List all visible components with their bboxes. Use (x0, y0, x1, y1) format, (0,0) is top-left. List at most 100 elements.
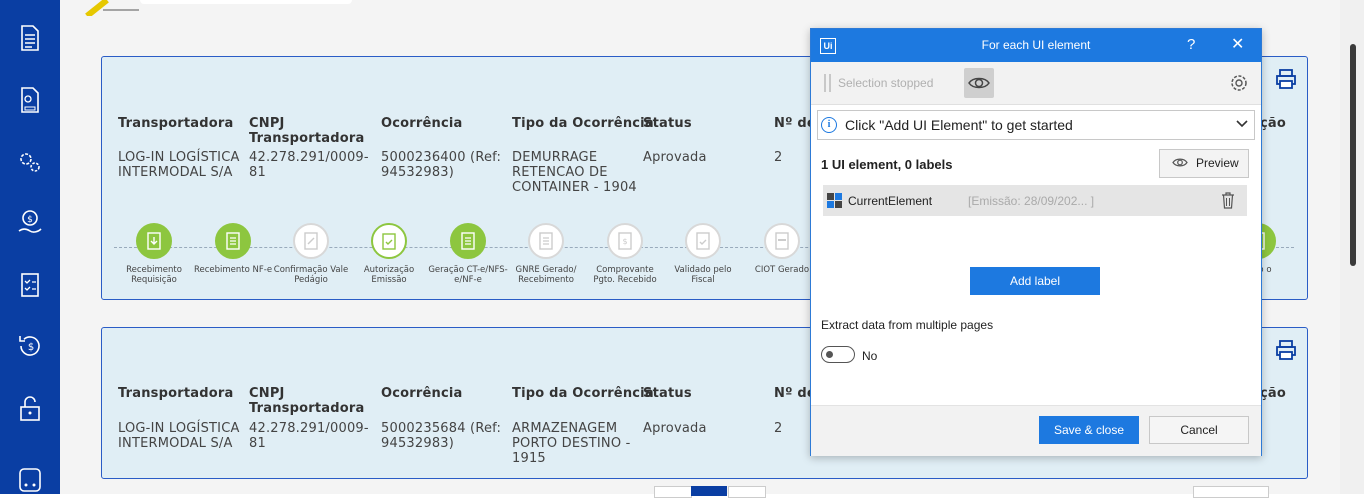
header-ocorrencia: Ocorrência (381, 386, 463, 401)
ciot-icon (764, 223, 800, 259)
svg-text:$: $ (27, 215, 33, 225)
file-settings-icon[interactable] (14, 84, 46, 116)
header-ocorrencia: Ocorrência (381, 116, 463, 131)
eye-icon (1172, 158, 1188, 167)
document-icon[interactable] (14, 22, 46, 54)
selection-status: Selection stopped (838, 76, 934, 90)
unlock-icon[interactable] (14, 392, 46, 424)
step-label: Comprovante Pgto. Recebido (593, 265, 657, 285)
step-label: Geração CT-e/NFS-e/NF-e (428, 265, 508, 285)
step-label: GNRE Gerado/ Recebimento (515, 265, 577, 285)
money-hand-icon[interactable]: $ (14, 206, 46, 238)
svg-text:$: $ (28, 342, 34, 353)
scroll-thumb[interactable] (1350, 44, 1356, 266)
header-status: Status (643, 386, 692, 401)
info-bar[interactable]: i Click "Add UI Element" to get started (817, 110, 1255, 140)
header-cnpj: CNPJ Transportadora (249, 386, 365, 416)
value-transportadora: LOG-IN LOGÍSTICA INTERMODAL S/A (118, 421, 240, 451)
step-autorizacao-emissao[interactable]: Autorização Emissão (349, 223, 429, 285)
doc-lines-icon (450, 223, 486, 259)
value-tipo: DEMURRAGE RETENCAO DE CONTAINER - 1904 (512, 150, 637, 195)
value-ocorrencia: 5000236400 (Ref: 94532983) (381, 150, 502, 180)
step-label: Recebimento NF-e (193, 265, 273, 275)
toggle-value: No (862, 349, 878, 363)
trash-icon[interactable] (1221, 192, 1235, 209)
doc-edit-icon (293, 223, 329, 259)
eye-icon[interactable] (964, 68, 994, 98)
value-status: Aprovada (643, 421, 707, 436)
step-validado-fiscal[interactable]: Validado pelo Fiscal (663, 223, 743, 285)
print-icon[interactable] (1275, 68, 1297, 90)
value-transportadora: LOG-IN LOGÍSTICA INTERMODAL S/A (118, 150, 240, 180)
gears-icon[interactable] (14, 146, 46, 178)
info-icon: i (821, 117, 837, 133)
doc-money-icon: $ (607, 223, 643, 259)
step-confirmacao-vale-pedagio[interactable]: Confirmação Vale Pedágio (271, 223, 351, 285)
step-recebimento-requisicao[interactable]: Recebimento Requisição (114, 223, 194, 285)
toggle-knob (826, 351, 833, 358)
header-transportadora: Transportadora (118, 116, 234, 131)
preview-button[interactable]: Preview (1159, 149, 1249, 178)
close-button[interactable]: ✕ (1231, 34, 1244, 54)
save-close-button[interactable]: Save & close (1039, 416, 1139, 444)
svg-text:$: $ (622, 237, 627, 246)
info-text: Click "Add UI Element" to get started (845, 117, 1073, 133)
header-tipo: Tipo da Ocorrência (512, 386, 654, 401)
pager-prev[interactable] (654, 486, 692, 498)
print-icon[interactable] (1275, 339, 1297, 361)
header-partial: ção (1260, 116, 1287, 131)
refund-icon[interactable]: $ (14, 330, 46, 362)
value-ocorrencia: 5000235684 (Ref: 94532983) (381, 421, 502, 451)
clipboard-check-icon (371, 223, 407, 259)
element-count: 1 UI element, 0 labels (821, 157, 953, 172)
step-label: Autorização Emissão (363, 265, 415, 285)
header-partial: ção (1260, 386, 1287, 401)
preview-label: Preview (1196, 156, 1239, 170)
extract-multiple-pages-label: Extract data from multiple pages (821, 318, 994, 332)
step-label: Validado pelo Fiscal (674, 265, 732, 285)
header-search-fragment (140, 0, 352, 4)
element-name: CurrentElement (848, 194, 933, 208)
doc-lines-icon (215, 223, 251, 259)
step-recebimento-nfe[interactable]: Recebimento NF-e (193, 223, 273, 275)
value-tipo: ARMAZENAGEM PORTO DESTINO - 1915 (512, 421, 631, 466)
value-cnpj: 42.278.291/0009-81 (249, 150, 369, 180)
gear-icon[interactable] (1229, 73, 1249, 93)
dialog-title-bar[interactable]: Ui For each UI element ? ✕ (811, 29, 1261, 62)
doc-lines-icon (528, 223, 564, 259)
download-doc-icon (136, 223, 172, 259)
step-label: Recebimento Requisição (126, 265, 182, 285)
extract-pages-toggle[interactable] (821, 346, 855, 363)
value-num: 2 (774, 150, 783, 165)
cancel-button[interactable]: Cancel (1149, 416, 1249, 444)
add-label-button[interactable]: Add label (970, 267, 1100, 295)
element-value: [Emissão: 28/09/202... ] (968, 194, 1095, 208)
ui-element-row[interactable]: CurrentElement [Emissão: 28/09/202... ] (823, 185, 1247, 216)
chevron-down-icon[interactable] (1236, 117, 1248, 131)
for-each-ui-element-dialog: Ui For each UI element ? ✕ Selection sto… (810, 28, 1262, 456)
step-geracao-cte[interactable]: Geração CT-e/NFS-e/NF-e (428, 223, 508, 285)
pause-icon (824, 74, 831, 92)
step-gnre[interactable]: GNRE Gerado/ Recebimento (506, 223, 586, 285)
header-cnpj: CNPJ Transportadora (249, 116, 365, 146)
edit-logo-icon (85, 0, 139, 16)
header-status: Status (643, 116, 692, 131)
pager-next[interactable] (728, 486, 766, 498)
page-size-select[interactable] (1193, 486, 1269, 498)
step-comprovante-pgto[interactable]: $ Comprovante Pgto. Recebido (585, 223, 665, 285)
header-tipo: Tipo da Ocorrência (512, 116, 654, 131)
header-transportadora: Transportadora (118, 386, 234, 401)
doc-check-icon (685, 223, 721, 259)
page-scrollbar[interactable] (1340, 0, 1364, 494)
pager-current[interactable] (691, 486, 727, 496)
dialog-footer: Save & close Cancel (811, 405, 1261, 456)
checklist-icon[interactable] (14, 268, 46, 300)
help-button[interactable]: ? (1187, 36, 1195, 53)
truck-icon[interactable] (14, 464, 46, 496)
selection-toolbar: Selection stopped (811, 62, 1261, 105)
sidebar: $ $ (0, 0, 60, 494)
value-status: Aprovada (643, 150, 707, 165)
value-num: 2 (774, 421, 783, 436)
value-cnpj: 42.278.291/0009-81 (249, 421, 369, 451)
step-label: Confirmação Vale Pedágio (273, 265, 349, 285)
